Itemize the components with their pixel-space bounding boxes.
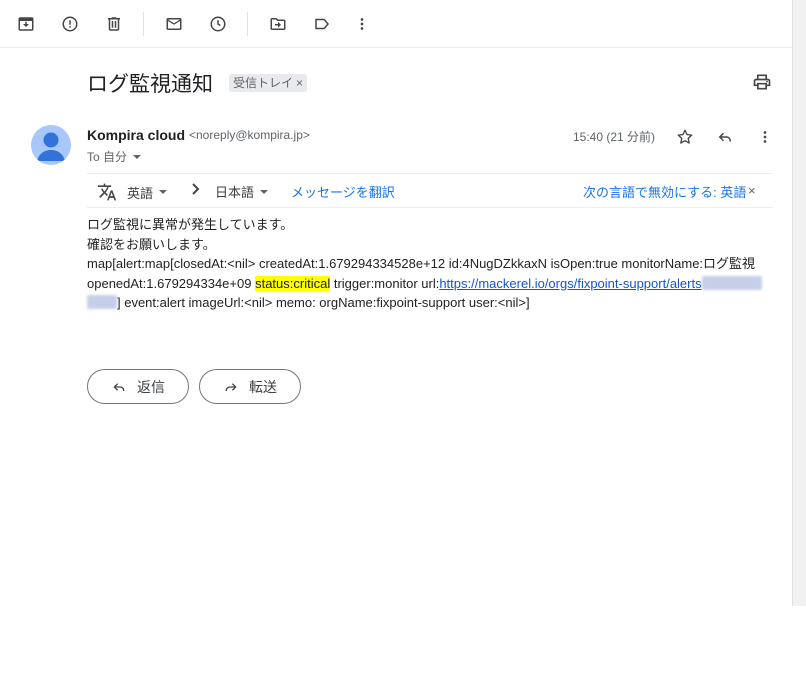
chevron-right-icon: [188, 182, 202, 196]
dropdown-arrow-icon: [260, 189, 269, 194]
dropdown-arrow-icon: [159, 190, 168, 194]
scrollbar[interactable]: [792, 0, 806, 606]
star-icon[interactable]: [673, 125, 697, 149]
recipients-toggle[interactable]: To 自分: [87, 148, 143, 165]
toolbar-divider: [247, 12, 248, 36]
alert-url-link[interactable]: https://mackerel.io/orgs/fixpoint-suppor…: [439, 276, 701, 291]
translate-bar: 英語 日本語 メッセージを翻訳 次の言語で無効にする: 英語 ×: [87, 173, 773, 208]
dropdown-arrow-icon: [133, 154, 142, 159]
email-body: ログ監視に異常が発生しています。 確認をお願いします。 map[alert:ma…: [87, 215, 777, 313]
body-line: ] event:alert imageUrl:<nil> memo: orgNa…: [87, 293, 777, 313]
person-icon: [37, 132, 65, 161]
print-icon[interactable]: [752, 72, 772, 92]
reply-icon[interactable]: [713, 125, 737, 149]
toolbar-divider: [143, 12, 144, 36]
reply-label: 返信: [137, 378, 165, 395]
status-highlight: status:critical: [255, 275, 331, 291]
body-line: 確認をお願いします。: [87, 236, 216, 252]
redacted-text: [701, 275, 762, 290]
label-icon[interactable]: [306, 8, 338, 40]
mark-unread-icon[interactable]: [158, 8, 190, 40]
forward-button[interactable]: 転送: [199, 369, 301, 404]
body-text: trigger:monitor url:: [330, 275, 440, 291]
report-spam-icon[interactable]: [54, 8, 86, 40]
sender-name[interactable]: Kompira cloud: [87, 127, 185, 143]
received-time: 15:40 (21 分前): [573, 130, 656, 144]
remove-label-icon[interactable]: ×: [296, 76, 303, 90]
body-text: ] event:alert imageUrl:<nil> memo: orgNa…: [117, 295, 530, 310]
source-language-label: 英語: [127, 185, 154, 201]
scrollbar-edge: [792, 0, 793, 606]
inbox-label-text: 受信トレイ: [233, 76, 294, 90]
to-label: To 自分: [87, 150, 128, 164]
sender-email: <noreply@kompira.jp>: [189, 128, 310, 142]
email-subject: ログ監視通知: [87, 73, 213, 96]
translate-icon: [97, 183, 117, 201]
more-vert-icon[interactable]: [346, 8, 378, 40]
translate-message-link[interactable]: メッセージを翻訳: [291, 182, 395, 201]
body-text: openedAt:1.679294334e+09: [87, 275, 256, 291]
body-line: map[alert:map[closedAt:<nil> createdAt:1…: [87, 256, 756, 271]
delete-icon[interactable]: [98, 8, 130, 40]
inbox-label-chip[interactable]: 受信トレイ ×: [229, 74, 308, 92]
body-line: ログ監視に異常が発生しています。: [87, 217, 294, 232]
source-language-select[interactable]: 英語: [97, 182, 169, 202]
redacted-text: [87, 295, 117, 309]
reply-button[interactable]: 返信: [87, 369, 189, 404]
message-toolbar: [0, 0, 792, 48]
forward-label: 転送: [249, 378, 277, 395]
body-line: openedAt:1.679294334e+09 status:critical…: [87, 274, 777, 294]
forward-icon: [225, 382, 237, 391]
target-language-label: 日本語: [215, 185, 255, 200]
archive-icon[interactable]: [10, 8, 42, 40]
more-vert-icon[interactable]: [753, 125, 777, 149]
target-language-select[interactable]: 日本語: [215, 182, 270, 201]
close-translate-bar-icon[interactable]: ×: [748, 183, 756, 198]
snooze-icon[interactable]: [202, 8, 234, 40]
move-to-icon[interactable]: [262, 8, 294, 40]
reply-icon: [113, 382, 125, 391]
sender-avatar[interactable]: [31, 125, 71, 165]
disable-translation-link[interactable]: 次の言語で無効にする: 英語: [583, 182, 746, 201]
